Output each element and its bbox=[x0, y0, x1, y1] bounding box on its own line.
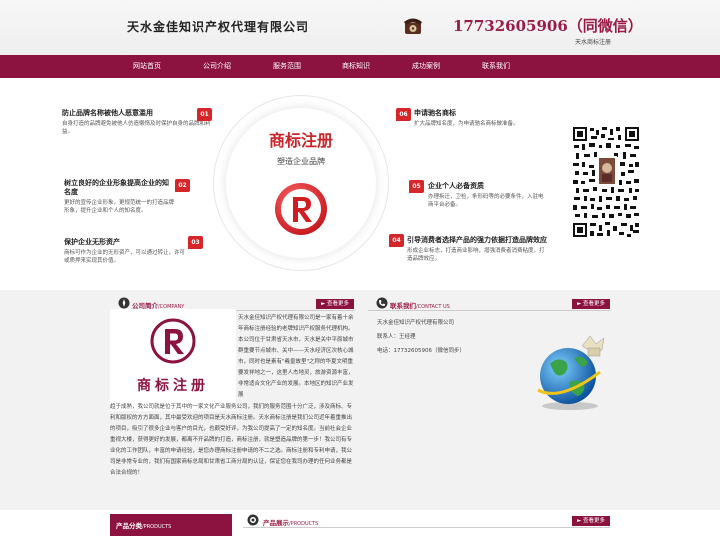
header-phone-subtitle: 天水商标注册 bbox=[575, 39, 612, 46]
nav-item-home[interactable]: 网站首页 bbox=[117, 55, 177, 78]
hero-banner: 商标注册 塑造企业品牌 防止品牌名称被他人恶意滥用 自身打造的品牌避免被他人仿造… bbox=[0, 78, 720, 290]
hero-subtitle: 塑造企业品牌 bbox=[277, 157, 325, 166]
about-section bbox=[0, 290, 720, 510]
main-nav: 网站首页 公司介绍 服务范围 商标知识 成功案例 联系我们 bbox=[0, 55, 720, 78]
compass-icon bbox=[118, 297, 130, 309]
contact-person: 联系人：王经理 bbox=[377, 334, 416, 340]
site-title[interactable]: 天水金佳知识产权代理有限公司 bbox=[127, 18, 309, 35]
products-more-button[interactable]: ► 查看更多 bbox=[572, 516, 610, 526]
product-show-header: 产品展示/PRODUCTS ► 查看更多 bbox=[243, 514, 610, 528]
feature-item-01: 防止品牌名称被他人恶意滥用 自身打造的品牌避免被他人仿造懒惰及时保护自身的品牌和… bbox=[62, 109, 211, 135]
feature-badge-02: 02 bbox=[175, 179, 190, 192]
globe-illustration bbox=[537, 335, 605, 410]
feature-badge-06: 06 bbox=[396, 108, 411, 121]
feature-item-06: 申请驰名商标 扩大品牌知名度，为申请驰名商标做准备。 bbox=[414, 109, 519, 127]
nav-item-cases[interactable]: 成功案例 bbox=[396, 55, 456, 78]
company-more-button[interactable]: ► 查看更多 bbox=[316, 299, 354, 309]
hero-title: 商标注册 bbox=[268, 131, 333, 150]
contact-phone: 电话：17732605906（微信同步） bbox=[377, 348, 465, 354]
wechat-qr-code bbox=[572, 126, 640, 238]
product-category-title: 产品分类/PRODUCTS bbox=[116, 522, 172, 530]
company-image-label: 商标注册 bbox=[137, 378, 209, 394]
feature-item-05: 企业个人必备资质 办理拆迁，卫检，条形码等的必要条件，入驻电商平台必备。 bbox=[428, 182, 544, 208]
feature-badge-05: 05 bbox=[409, 180, 424, 193]
product-category-header: 产品分类/PRODUCTS bbox=[110, 514, 232, 536]
contact-title: 联系我们/CONTACT US bbox=[390, 302, 450, 310]
nav-item-services[interactable]: 服务范围 bbox=[257, 55, 317, 78]
contact-header: 联系我们/CONTACT US ► 查看更多 bbox=[368, 297, 610, 311]
target-icon bbox=[247, 514, 259, 526]
registered-trademark-icon bbox=[275, 183, 327, 235]
telephone-icon bbox=[404, 18, 422, 34]
site-header: 天水金佳知识产权代理有限公司 17732605906（同微信） 天水商标注册 bbox=[0, 0, 720, 55]
phone-handset-icon bbox=[376, 297, 388, 309]
feature-item-02: 树立良好的企业形象提高企业的知名度 更好的宣传企业形象，更规范统一的打造品牌形象… bbox=[64, 179, 175, 214]
header-phone-number: 17732605906（同微信） bbox=[453, 17, 643, 35]
company-image: 商标注册 bbox=[110, 309, 236, 411]
nav-item-knowledge[interactable]: 商标知识 bbox=[326, 55, 386, 78]
nav-item-contact[interactable]: 联系我们 bbox=[466, 55, 526, 78]
contact-company: 天水金佳知识产权代理有限公司 bbox=[377, 320, 455, 326]
feature-badge-03: 03 bbox=[188, 236, 203, 249]
registered-mark-icon bbox=[150, 318, 196, 364]
company-intro-text: 天水金佳知识产权代理有限公司是一家有着十余年商标注册经验的老牌知识产权服务代理机… bbox=[238, 315, 354, 398]
company-intro-text-continued: 趋于成熟，我公司就是位于其中的一家文化产业服务公司，我们的服务范围十分广泛，涉及… bbox=[110, 404, 353, 476]
feature-item-03: 保护企业无形资产 商标可作为企业的无形资产，可以通过转让，许可或质押来实现其价值… bbox=[64, 238, 186, 264]
feature-item-04: 引导消费者选择产品的强力依据打造品牌效应 形成企业标志，打造商业影响，增强消费者… bbox=[407, 236, 547, 262]
feature-badge-01: 01 bbox=[197, 108, 212, 121]
product-show-title: 产品展示/PRODUCTS bbox=[263, 519, 319, 527]
feature-badge-04: 04 bbox=[389, 234, 404, 247]
contact-more-button[interactable]: ► 查看更多 bbox=[572, 299, 610, 309]
nav-item-about[interactable]: 公司介绍 bbox=[187, 55, 247, 78]
